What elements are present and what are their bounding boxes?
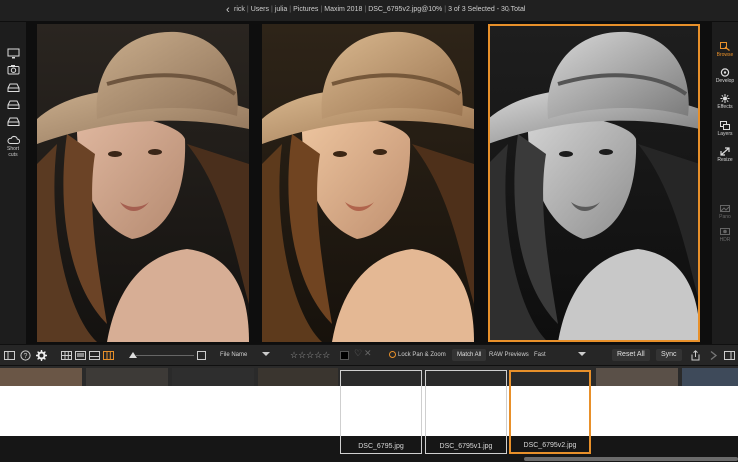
lock-radio-icon <box>389 350 396 358</box>
drive-icon[interactable] <box>7 82 20 93</box>
filmstrip[interactable]: DSC_6795.jpg DSC_6795v1.jpg DSC_6795v2.j… <box>0 366 738 462</box>
cloud-icon[interactable] <box>7 134 20 145</box>
bottom-toolbar: ? File Name ☆☆☆☆☆ ♡ ✕ Lock Pan & Zoom Ma… <box>0 344 738 366</box>
forward-button[interactable]: › <box>507 4 511 17</box>
sync-button[interactable]: Sync <box>656 349 682 361</box>
filmstrip-item-name: DSC_6795.jpg <box>358 443 404 450</box>
lock-pan-zoom-toggle[interactable]: Lock Pan & Zoom <box>389 350 446 361</box>
photo-original[interactable] <box>37 24 249 342</box>
drive-icon[interactable] <box>7 99 20 110</box>
layers-icon <box>720 121 730 130</box>
filmstrip-item-name: DSC_6795v2.jpg <box>523 442 577 449</box>
module-develop-label: Develop <box>715 78 735 84</box>
raw-previews-chevron-down-icon[interactable] <box>578 350 586 361</box>
lock-pan-zoom-label: Lock Pan & Zoom <box>398 352 446 358</box>
drive-icon[interactable] <box>7 116 20 127</box>
compare-view-icon[interactable] <box>103 350 114 361</box>
grid-view-icon[interactable] <box>61 350 72 361</box>
module-effects-label: Effects <box>717 104 733 110</box>
module-pano[interactable]: Pano <box>712 204 738 220</box>
sort-select[interactable]: File Name <box>220 350 247 361</box>
effects-icon <box>720 94 730 103</box>
filmstrip-item-name: DSC_6795v1.jpg <box>439 443 493 450</box>
thumbnail[interactable] <box>172 368 254 386</box>
browse-icon <box>720 42 730 51</box>
portrait-warm-image <box>262 24 474 342</box>
crumb-maxim-2018[interactable]: Maxim 2018 <box>324 6 362 13</box>
module-browse[interactable]: Browse <box>712 42 738 58</box>
panel-toggle-icon[interactable] <box>4 350 15 361</box>
module-resize-label: Resize <box>717 157 733 163</box>
thumbnail[interactable] <box>596 368 678 386</box>
module-develop[interactable]: Develop <box>712 68 738 84</box>
thumbnail[interactable] <box>0 368 82 386</box>
heart-icon[interactable]: ♡ <box>354 348 362 359</box>
thumbnail-size-slider[interactable] <box>136 355 194 356</box>
reject-icon[interactable]: ✕ <box>364 348 372 359</box>
camera-icon[interactable] <box>7 64 20 75</box>
color-label-swatch[interactable] <box>340 351 349 360</box>
hdr-icon <box>720 228 730 235</box>
pano-icon <box>720 205 730 212</box>
help-icon[interactable]: ? <box>20 350 31 361</box>
crumb-julia[interactable]: julia <box>275 6 287 13</box>
sort-chevron-down-icon[interactable] <box>262 350 270 361</box>
thumbnail[interactable] <box>682 368 738 386</box>
breadcrumb: rick | Users | julia | Pictures | Maxim 2018 | DSC… <box>234 6 526 13</box>
module-hdr-label: HDR <box>719 237 731 243</box>
module-resize[interactable]: Resize <box>712 147 738 163</box>
module-hdr[interactable]: HDR <box>712 227 738 243</box>
app-window: ‹ rick | Users | julia | Pictures | Maxim 2018 | D… <box>0 0 738 462</box>
develop-icon <box>720 68 730 77</box>
gear-icon[interactable] <box>36 350 47 361</box>
photo-variant-warm[interactable] <box>262 24 474 342</box>
crumb-pictures[interactable]: Pictures <box>293 6 318 13</box>
monitor-icon[interactable] <box>7 48 20 59</box>
portrait-color-image <box>37 24 249 342</box>
filmstrip-item[interactable]: DSC_6795v1.jpg <box>425 370 507 454</box>
crumb-users[interactable]: Users <box>251 6 269 13</box>
match-all-button[interactable]: Match All <box>452 349 487 361</box>
filmstrip-item-selected[interactable]: DSC_6795v2.jpg <box>509 370 591 454</box>
detail-view-icon[interactable] <box>89 350 100 361</box>
star-rating[interactable]: ☆☆☆☆☆ <box>290 349 330 361</box>
portrait-bw-image <box>488 24 700 342</box>
module-layers[interactable]: Layers <box>712 121 738 137</box>
svg-text:?: ? <box>24 353 28 360</box>
title-bar: ‹ rick | Users | julia | Pictures | Maxim 2018 | D… <box>0 0 738 22</box>
filmstrip-item[interactable]: DSC_6795.jpg <box>340 370 422 454</box>
crumb-file: DSC_6795v2.jpg@10% <box>368 6 443 13</box>
left-sidebar: Short cuts <box>0 22 26 344</box>
next-arrow-icon[interactable] <box>708 350 719 361</box>
image-viewer[interactable] <box>26 22 712 344</box>
module-layers-label: Layers <box>717 131 733 137</box>
filmstrip-view-icon[interactable] <box>75 350 86 361</box>
reset-all-button[interactable]: Reset All <box>612 349 650 361</box>
resize-icon <box>720 147 730 156</box>
share-icon[interactable] <box>690 350 701 361</box>
thumbnail[interactable] <box>258 368 338 386</box>
filmstrip-scrollbar[interactable] <box>524 457 738 461</box>
right-panel-toggle-icon[interactable] <box>724 350 735 361</box>
crumb-rick[interactable]: rick <box>234 6 245 13</box>
selection-count: 3 of 3 Selected - 30 Total <box>448 6 526 13</box>
large-thumb-icon[interactable] <box>196 350 206 361</box>
thumbnail[interactable] <box>86 368 168 386</box>
shortcuts-label[interactable]: Short cuts <box>2 146 24 158</box>
module-pano-label: Pano <box>719 214 731 220</box>
module-browse-label: Browse <box>716 52 734 58</box>
module-effects[interactable]: Effects <box>712 94 738 110</box>
raw-previews-label: RAW Previews <box>489 352 529 358</box>
back-button[interactable]: ‹ <box>226 4 230 17</box>
right-sidebar: Browse Develop Effects Layers Resize Pan… <box>712 22 738 344</box>
photo-variant-bw-selected[interactable] <box>488 24 700 342</box>
raw-previews-select[interactable]: Fast <box>534 350 546 361</box>
